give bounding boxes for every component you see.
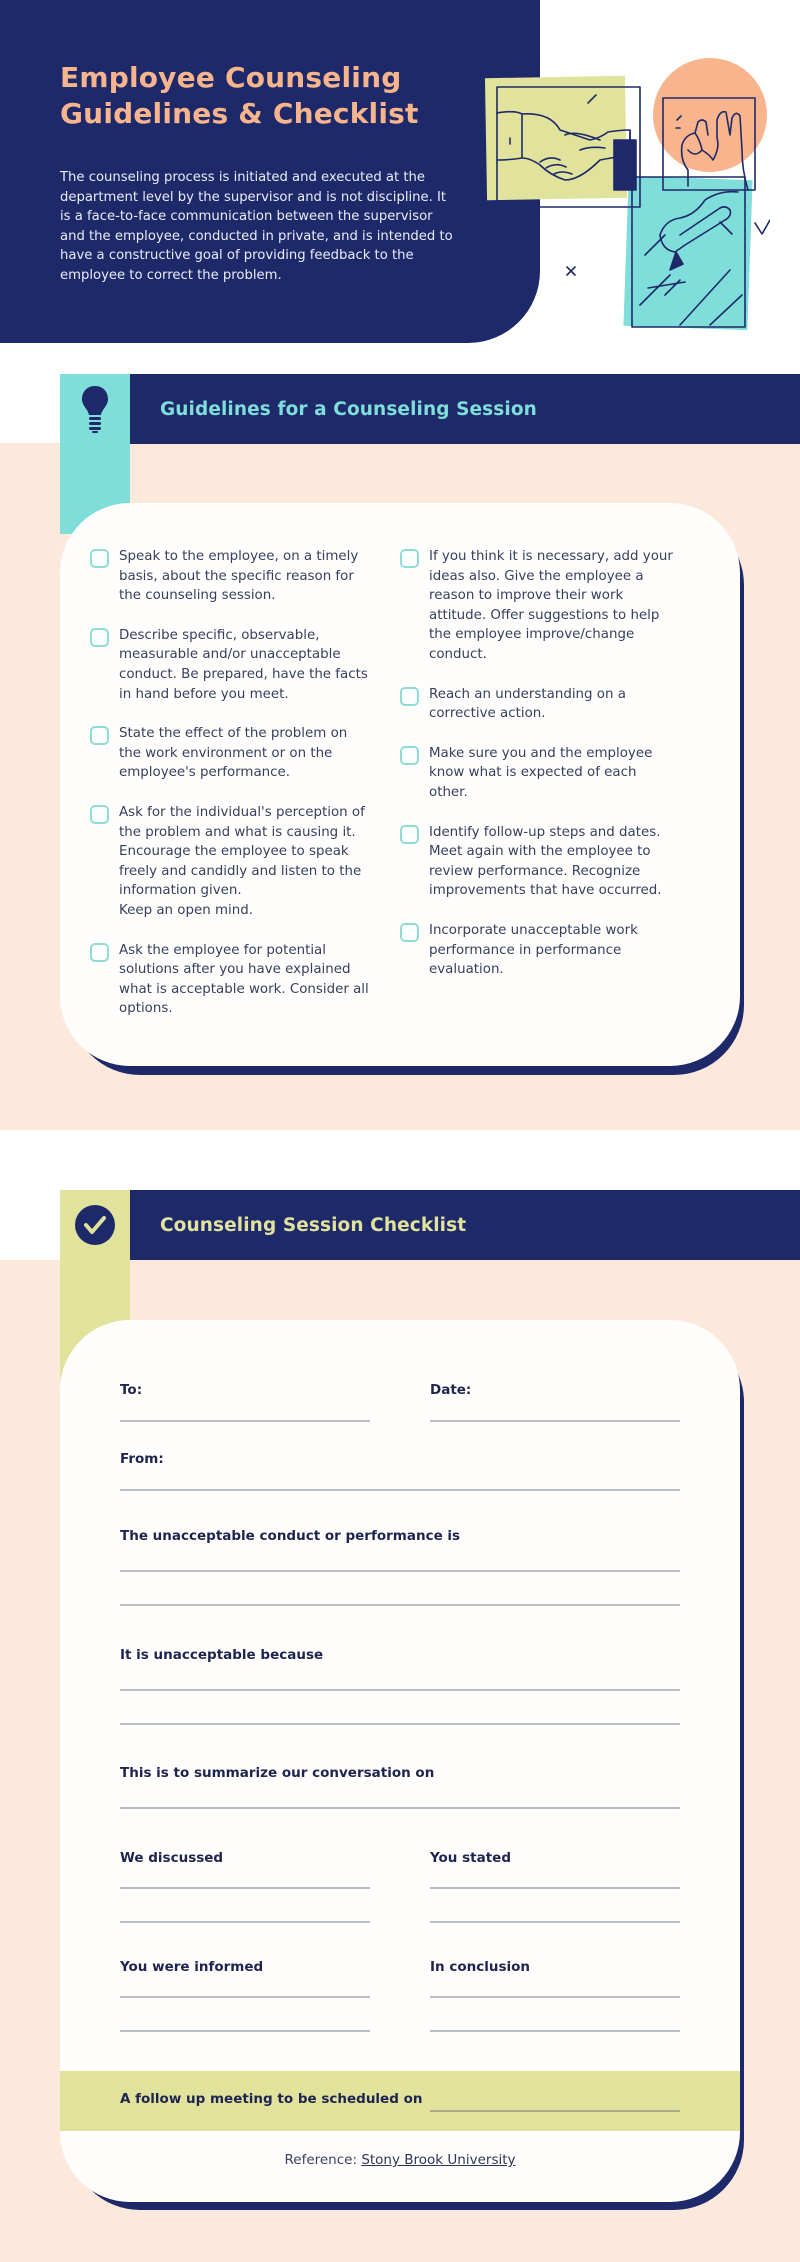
because-field-line1[interactable] <box>120 1689 680 1691</box>
guideline-item: Ask for the individual's perception of t… <box>90 803 370 921</box>
guideline-text: Reach an understanding on a corrective a… <box>429 686 626 722</box>
guidelines-card: Speak to the employee, on a timely basis… <box>60 503 740 1066</box>
discussed-field-line2[interactable] <box>120 1921 370 1923</box>
checkbox[interactable] <box>90 726 109 746</box>
checkbox[interactable] <box>400 824 419 844</box>
lightbulb-icon <box>60 374 130 444</box>
guideline-item: Describe specific, observable, measurabl… <box>90 626 370 704</box>
guidelines-title: Guidelines for a Counseling Session <box>160 398 537 420</box>
date-label: Date: <box>430 1382 472 1398</box>
page-title-line2: Guidelines & Checklist <box>60 97 419 130</box>
stated-field-line1[interactable] <box>430 1887 680 1889</box>
checkbox[interactable] <box>400 745 419 765</box>
to-label: To: <box>120 1382 143 1398</box>
conduct-label: The unacceptable conduct or performance … <box>120 1528 461 1544</box>
checkbox[interactable] <box>400 549 419 568</box>
followup-band: A follow up meeting to be scheduled on <box>60 2071 740 2131</box>
discussed-field-line1[interactable] <box>120 1887 370 1889</box>
from-label: From: <box>120 1451 164 1467</box>
because-field-line2[interactable] <box>120 1723 680 1725</box>
sleeve-cuff <box>613 139 637 191</box>
guideline-item: Identify follow-up steps and dates. Meet… <box>400 823 680 901</box>
guideline-item: Incorporate unacceptable work performanc… <box>400 921 680 980</box>
checklist-header: Counseling Session Checklist <box>130 1190 800 1260</box>
informed-field-line1[interactable] <box>120 1996 370 1998</box>
writing-background <box>623 175 753 331</box>
checkmark-decoration <box>754 219 770 235</box>
discussed-label: We discussed <box>120 1850 224 1866</box>
guidelines-right-column: If you think it is necessary, add your i… <box>400 547 680 1000</box>
checkbox[interactable] <box>400 922 419 942</box>
informed-label: You were informed <box>120 1959 264 1975</box>
guideline-item: Ask the employee for potential solutions… <box>90 941 370 1019</box>
guideline-item: Make sure you and the employee know what… <box>400 744 680 803</box>
ok-hand-background <box>653 58 767 172</box>
checkbox[interactable] <box>90 804 109 824</box>
reference-link[interactable]: Stony Brook University <box>361 2152 515 2168</box>
guidelines-header: Guidelines for a Counseling Session <box>130 374 800 444</box>
guideline-item: Reach an understanding on a corrective a… <box>400 685 680 724</box>
guideline-text: If you think it is necessary, add your i… <box>429 549 673 662</box>
guideline-item: Speak to the employee, on a timely basis… <box>90 547 370 606</box>
hero-illustration <box>484 58 770 331</box>
summarize-field[interactable] <box>120 1807 680 1809</box>
checklist-card: To: Date: From: The unacceptable conduct… <box>60 1320 740 2202</box>
guideline-text: Make sure you and the employee know what… <box>429 745 653 800</box>
guideline-text: Speak to the employee, on a timely basis… <box>119 549 359 604</box>
guideline-item: If you think it is necessary, add your i… <box>400 547 680 665</box>
x-decoration <box>566 266 576 276</box>
guideline-item: State the effect of the problem on the w… <box>90 724 370 783</box>
reference: Reference: Stony Brook University <box>60 2152 740 2168</box>
conclusion-field-line1[interactable] <box>430 1996 680 1998</box>
checkmark-circle-icon <box>60 1190 130 1260</box>
checklist-title: Counseling Session Checklist <box>160 1214 467 1236</box>
to-field[interactable] <box>120 1420 370 1422</box>
guideline-text: Incorporate unacceptable work performanc… <box>429 922 638 978</box>
guideline-text: State the effect of the problem on the w… <box>119 726 348 781</box>
checkbox[interactable] <box>90 549 109 568</box>
handshake-background <box>484 75 628 201</box>
conclusion-label: In conclusion <box>430 1959 531 1975</box>
guideline-text: Ask the employee for potential solutions… <box>119 942 369 1017</box>
followup-label: A follow up meeting to be scheduled on <box>120 2091 423 2107</box>
conclusion-field-line2[interactable] <box>430 2030 680 2032</box>
stated-label: You stated <box>430 1850 511 1866</box>
followup-date-field[interactable] <box>430 2110 680 2112</box>
guideline-text: Describe specific, observable, measurabl… <box>119 627 368 702</box>
checkbox[interactable] <box>90 942 109 962</box>
reference-label: Reference: <box>284 2152 358 2168</box>
page-title: Employee Counseling Guidelines & Checkli… <box>60 60 500 132</box>
guidelines-left-column: Speak to the employee, on a timely basis… <box>90 547 370 1039</box>
informed-field-line2[interactable] <box>120 2030 370 2032</box>
checkbox[interactable] <box>400 686 419 706</box>
from-field[interactable] <box>120 1489 680 1491</box>
guideline-text: Ask for the individual's perception of t… <box>119 804 365 918</box>
date-field[interactable] <box>430 1420 680 1422</box>
summarize-label: This is to summarize our conversation on <box>120 1765 435 1781</box>
stated-field-line2[interactable] <box>430 1921 680 1923</box>
hero-description: The counseling process is initiated and … <box>60 170 453 283</box>
guideline-text: Identify follow-up steps and dates. Meet… <box>429 824 662 899</box>
page-title-line1: Employee Counseling <box>60 61 402 94</box>
hero-banner: Employee Counseling Guidelines & Checkli… <box>0 0 540 343</box>
checkbox[interactable] <box>90 627 109 647</box>
conduct-field-line2[interactable] <box>120 1604 680 1606</box>
because-label: It is unacceptable because <box>120 1647 324 1663</box>
conduct-field-line1[interactable] <box>120 1570 680 1572</box>
